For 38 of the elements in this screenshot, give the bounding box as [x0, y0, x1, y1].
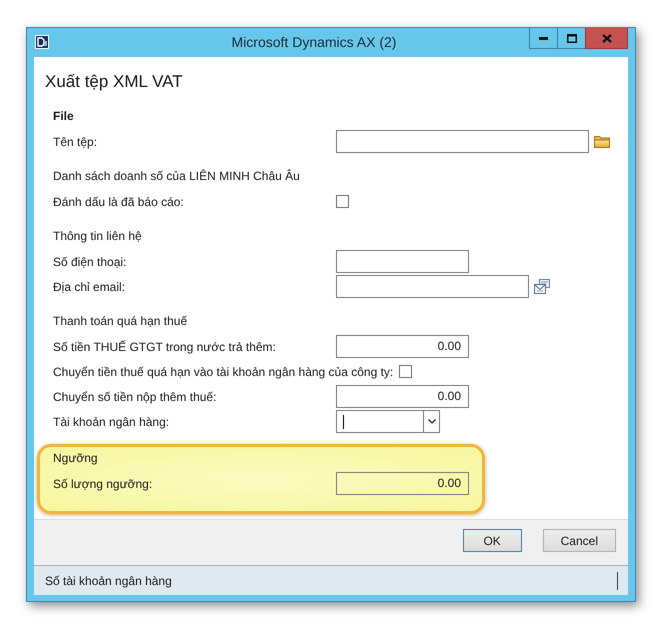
maximize-button[interactable]	[557, 28, 585, 49]
amount-field[interactable]: 0.00	[336, 385, 469, 408]
field-label: Đánh dấu là đã báo cáo:	[53, 194, 184, 208]
dropdown-field[interactable]	[336, 410, 440, 433]
amount-field[interactable]: 0.00	[336, 472, 469, 495]
minimize-button[interactable]	[529, 28, 557, 49]
field-label: Chuyển số tiền nộp thêm thuế:	[53, 390, 216, 404]
checkbox[interactable]	[399, 365, 412, 378]
section-heading: Thanh toán quá hạn thuế	[53, 313, 188, 330]
maximize-icon	[566, 34, 576, 42]
text-field[interactable]	[336, 275, 529, 298]
field-label: Tài khoản ngân hàng:	[53, 414, 170, 428]
dialog-button[interactable]: Cancel	[542, 529, 616, 552]
section-heading: Danh sách doanh số của LIÊN MINH Châu Âu	[53, 168, 300, 185]
close-icon	[602, 34, 612, 42]
checkbox[interactable]	[336, 195, 349, 208]
folder-icon[interactable]	[594, 135, 610, 148]
text-field[interactable]	[336, 130, 589, 153]
status-text: Số tài khoản ngân hàng	[45, 574, 172, 588]
minimize-icon	[539, 36, 548, 40]
field-label: Số tiền THUẾ GTGT trong nước trả thêm:	[53, 340, 276, 354]
chevron-down-icon[interactable]	[428, 419, 436, 424]
text-field[interactable]	[336, 250, 469, 273]
app-logo-icon	[35, 35, 49, 49]
envelope-icon[interactable]	[534, 279, 550, 294]
form-title: Xuất tệp XML VAT	[45, 71, 183, 93]
close-button[interactable]	[585, 28, 628, 49]
field-label: Địa chỉ email:	[53, 280, 126, 294]
window-title: Microsoft Dynamics AX (2)	[230, 33, 398, 52]
field-label: Số điện thoại:	[53, 254, 126, 268]
section-heading: File	[53, 108, 74, 125]
dialog-button[interactable]: OK	[462, 529, 522, 552]
field-label: Số lượng ngưỡng:	[53, 476, 152, 490]
field-label: Chuyển tiền thuế quá hạn vào tài khoản ngân hàng của công ty:	[53, 364, 394, 378]
section-heading: Thông tin liên hệ	[53, 228, 142, 245]
section-heading: Ngưỡng	[53, 450, 98, 467]
amount-field[interactable]: 0.00	[336, 335, 469, 358]
field-label: Tên tệp:	[53, 134, 98, 148]
